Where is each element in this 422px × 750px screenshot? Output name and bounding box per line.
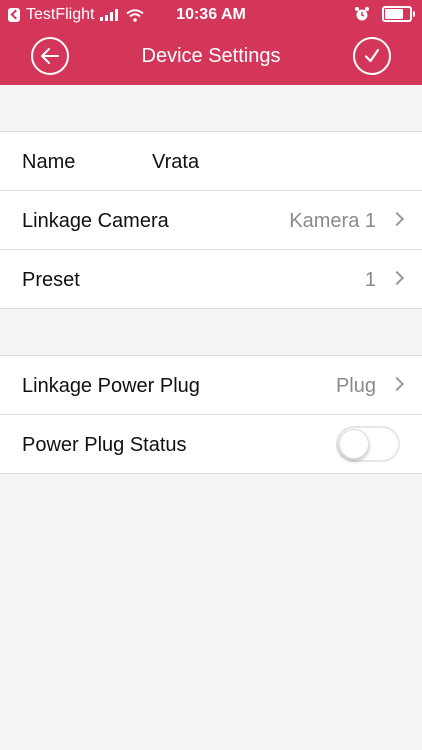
nav-bar: Device Settings [0, 30, 422, 85]
chevron-right-icon [389, 270, 405, 286]
linkage-power-plug-label: Linkage Power Plug [22, 375, 200, 397]
linkage-camera-row[interactable]: Linkage Camera Kamera 1 [0, 191, 422, 250]
linkage-camera-value: Kamera 1 [289, 210, 376, 232]
status-right [354, 6, 415, 22]
checkmark-icon [364, 48, 380, 63]
power-plug-status-toggle[interactable] [336, 426, 400, 462]
status-bar: TestFlight 10:36 AM [0, 0, 422, 30]
linkage-power-plug-value: Plug [335, 375, 376, 397]
preset-value: 1 [364, 269, 376, 291]
name-field[interactable]: Vrata [152, 151, 199, 174]
chevron-right-icon [389, 376, 405, 392]
name-label: Name [22, 151, 76, 173]
power-plug-section: Linkage Power Plug Plug Power Plug Statu… [0, 355, 422, 474]
power-plug-status-row: Power Plug Status [0, 415, 422, 473]
preset-label: Preset [22, 269, 80, 291]
name-row[interactable]: Name Vrata [0, 132, 422, 191]
linkage-power-plug-row[interactable]: Linkage Power Plug Plug [0, 356, 422, 415]
battery-icon [382, 6, 415, 22]
linkage-camera-label: Linkage Camera [22, 210, 169, 232]
confirm-button[interactable] [353, 37, 391, 75]
preset-row[interactable]: Preset 1 [0, 250, 422, 308]
device-info-section: Name Vrata Linkage Camera Kamera 1 Prese… [0, 131, 422, 309]
power-plug-status-label: Power Plug Status [22, 434, 187, 456]
chevron-right-icon [389, 211, 405, 227]
alarm-icon [355, 7, 369, 21]
toggle-knob [339, 429, 369, 459]
battery-fill [385, 9, 403, 19]
